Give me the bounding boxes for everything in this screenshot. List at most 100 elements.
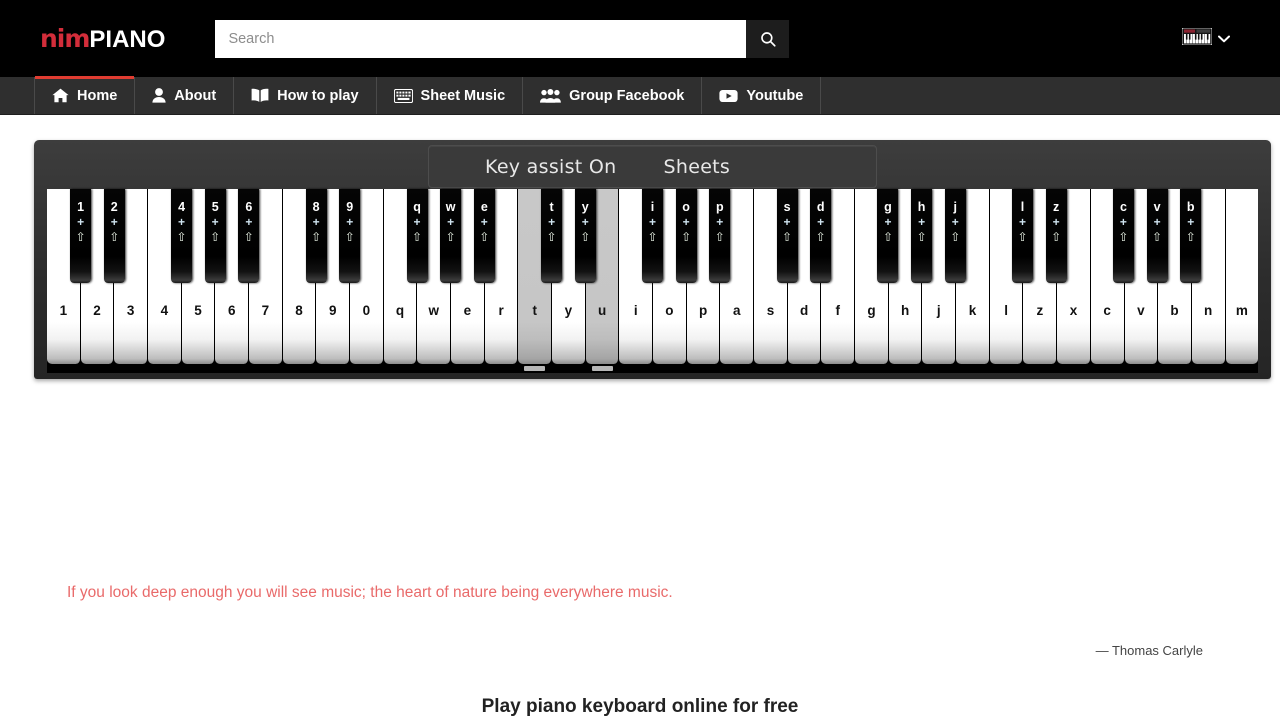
black-key-s[interactable]: s + ⇧ — [776, 189, 798, 283]
shift-key-icon: ⇧ — [782, 230, 793, 244]
black-key-label: w — [445, 200, 456, 214]
black-key-plus-sign: + — [110, 215, 118, 229]
black-key-c[interactable]: c + ⇧ — [1112, 189, 1134, 283]
black-key-w[interactable]: w + ⇧ — [440, 189, 462, 283]
white-key-label: z — [1036, 303, 1044, 318]
black-key-b[interactable]: b + ⇧ — [1180, 189, 1202, 283]
pressed-key-shadow — [524, 366, 546, 371]
black-key-plus-sign: + — [1153, 215, 1161, 229]
white-key-m[interactable]: m — [1225, 189, 1259, 364]
nav-item-sheet-music[interactable]: Sheet Music — [377, 77, 524, 114]
shift-key-icon: ⇧ — [210, 230, 221, 244]
white-key-label: v — [1137, 303, 1145, 318]
white-key-label: p — [698, 303, 708, 318]
nav-item-how-to-play[interactable]: How to play — [234, 77, 377, 114]
shift-key-icon: ⇧ — [344, 230, 355, 244]
key-assist-toggle[interactable]: Key assist On — [485, 156, 617, 178]
quote-section: If you look deep enough you will see mus… — [0, 584, 1280, 718]
search-input[interactable] — [215, 19, 747, 58]
black-key-plus-sign: + — [716, 215, 724, 229]
white-key-label: 5 — [194, 303, 202, 318]
black-key-label: s — [783, 200, 791, 214]
account-keyboard-menu[interactable] — [1181, 27, 1252, 50]
black-key-plus-sign: + — [211, 215, 219, 229]
white-key-label: i — [633, 303, 638, 318]
black-key-label: v — [1153, 200, 1161, 214]
quote-attribution: — Thomas Carlyle — [1095, 643, 1203, 658]
user-icon — [152, 88, 166, 103]
search-bar — [215, 19, 790, 58]
nav-item-home[interactable]: Home — [34, 76, 136, 114]
black-key-8[interactable]: 8 + ⇧ — [305, 189, 327, 283]
nav-label-group-facebook: Group Facebook — [569, 87, 685, 104]
book-icon — [251, 88, 269, 103]
black-key-label: p — [715, 200, 724, 214]
black-key-4[interactable]: 4 + ⇧ — [171, 189, 193, 283]
black-key-g[interactable]: g + ⇧ — [877, 189, 899, 283]
black-key-o[interactable]: o + ⇧ — [675, 189, 697, 283]
black-key-plus-sign: + — [77, 215, 85, 229]
black-key-5[interactable]: 5 + ⇧ — [204, 189, 226, 283]
black-key-p[interactable]: p + ⇧ — [709, 189, 731, 283]
piano-felt-strip — [47, 364, 1258, 373]
shift-key-icon: ⇧ — [882, 230, 893, 244]
black-key-plus-sign: + — [783, 215, 791, 229]
nav-item-about[interactable]: About — [135, 77, 235, 114]
black-key-v[interactable]: v + ⇧ — [1146, 189, 1168, 283]
black-key-plus-sign: + — [1119, 215, 1127, 229]
shift-key-icon: ⇧ — [445, 230, 456, 244]
logo-text-nim: nim — [40, 23, 90, 53]
white-key-label: q — [395, 303, 405, 318]
white-key-label: m — [1235, 303, 1248, 318]
black-key-d[interactable]: d + ⇧ — [810, 189, 832, 283]
nav-label-about: About — [174, 87, 217, 104]
black-key-y[interactable]: y + ⇧ — [574, 189, 596, 283]
home-icon — [52, 88, 69, 103]
black-key-plus-sign: + — [682, 215, 690, 229]
white-key-label: r — [498, 303, 504, 318]
white-key-label: s — [766, 303, 775, 318]
white-key-label: k — [968, 303, 977, 318]
white-key-label: 2 — [93, 303, 101, 318]
black-key-plus-sign: + — [178, 215, 186, 229]
black-key-t[interactable]: t + ⇧ — [541, 189, 563, 283]
site-logo[interactable]: nim PIANO — [40, 24, 165, 54]
white-key-label: h — [901, 303, 910, 318]
black-key-plus-sign: + — [951, 215, 959, 229]
white-key-label: b — [1170, 303, 1179, 318]
black-key-plus-sign: + — [581, 215, 589, 229]
black-key-plus-sign: + — [817, 215, 825, 229]
black-key-2[interactable]: 2 + ⇧ — [103, 189, 125, 283]
black-key-label: b — [1186, 200, 1195, 214]
shift-key-icon: ⇧ — [1051, 230, 1062, 244]
black-key-label: e — [480, 200, 488, 214]
piano-keyboard-icon — [1181, 27, 1213, 50]
search-button[interactable] — [746, 19, 790, 58]
black-key-e[interactable]: e + ⇧ — [473, 189, 495, 283]
black-key-j[interactable]: j + ⇧ — [944, 189, 966, 283]
quote-text: If you look deep enough you will see mus… — [67, 584, 673, 601]
black-key-label: 9 — [346, 200, 354, 214]
nav-item-youtube[interactable]: Youtube — [702, 77, 822, 114]
nav-item-group-facebook[interactable]: Group Facebook — [523, 77, 703, 114]
black-key-h[interactable]: h + ⇧ — [911, 189, 933, 283]
search-icon — [759, 30, 777, 48]
white-key-label: o — [665, 303, 674, 318]
black-key-6[interactable]: 6 + ⇧ — [238, 189, 260, 283]
black-key-i[interactable]: i + ⇧ — [642, 189, 663, 283]
chevron-down-icon — [1218, 33, 1230, 45]
black-key-z[interactable]: z + ⇧ — [1045, 189, 1067, 283]
logo-text-piano: PIANO — [89, 25, 166, 53]
black-key-plus-sign: + — [413, 215, 421, 229]
shift-key-icon: ⇧ — [1017, 230, 1028, 244]
black-key-1[interactable]: 1 + ⇧ — [70, 189, 92, 283]
black-key-9[interactable]: 9 + ⇧ — [339, 189, 361, 283]
nav-label-sheet-music: Sheet Music — [420, 87, 506, 104]
black-key-plus-sign: + — [884, 215, 892, 229]
piano-toolbar: Key assist On Sheets — [34, 140, 1271, 189]
white-key-label: u — [597, 303, 607, 318]
white-key-label: 6 — [227, 303, 236, 318]
black-key-l[interactable]: l + ⇧ — [1012, 189, 1034, 283]
black-key-q[interactable]: q + ⇧ — [406, 189, 428, 283]
sheets-button[interactable]: Sheets — [664, 156, 731, 178]
